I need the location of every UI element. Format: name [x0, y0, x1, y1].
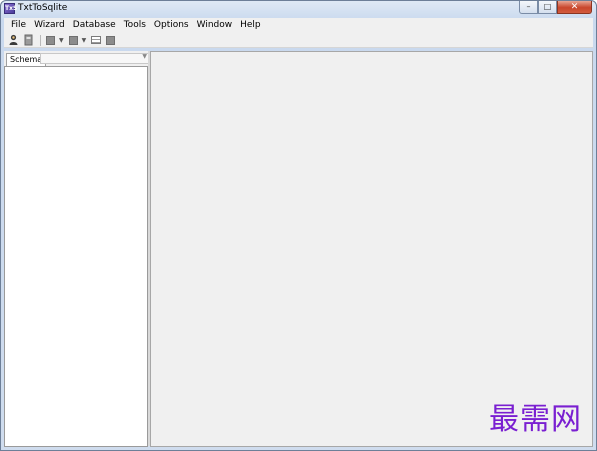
new-table-button[interactable] — [44, 34, 57, 47]
import-icon — [68, 35, 78, 45]
workspace-area[interactable]: 最需网 — [150, 51, 593, 447]
close-button[interactable]: ✕ — [557, 1, 592, 14]
menu-options[interactable]: Options — [150, 18, 193, 33]
schema-select[interactable]: ▼ — [40, 53, 150, 64]
menu-help[interactable]: Help — [236, 18, 265, 33]
menu-database[interactable]: Database — [69, 18, 120, 33]
schema-tree[interactable] — [4, 66, 148, 447]
chevron-down-icon[interactable]: ▼ — [82, 37, 87, 44]
app-window: TxS TxtToSqlite – □ ✕ File Wizard Databa… — [0, 0, 597, 451]
menu-file[interactable]: File — [7, 18, 30, 33]
schema-panel: Schema ▼ — [4, 51, 150, 447]
connect-icon — [9, 34, 18, 45]
stop-button[interactable] — [104, 34, 117, 47]
toolbar: ▼ ▼ — [4, 33, 593, 48]
chevron-down-icon: ▼ — [142, 53, 147, 60]
minimize-icon: – — [526, 2, 531, 11]
window-title: TxtToSqlite — [18, 3, 68, 13]
maximize-icon: □ — [543, 2, 552, 11]
maximize-button[interactable]: □ — [538, 1, 557, 14]
new-table-icon — [46, 35, 55, 45]
title-bar[interactable]: TxS TxtToSqlite – □ ✕ — [1, 1, 596, 17]
chevron-down-icon[interactable]: ▼ — [59, 37, 64, 44]
menu-tools[interactable]: Tools — [120, 18, 150, 33]
connect-button[interactable] — [7, 34, 20, 47]
close-icon: ✕ — [570, 2, 579, 12]
disconnect-button[interactable] — [22, 34, 35, 47]
query-button[interactable] — [89, 34, 102, 47]
query-icon — [90, 36, 101, 44]
menu-bar: File Wizard Database Tools Options Windo… — [4, 18, 593, 33]
menu-wizard[interactable]: Wizard — [30, 18, 69, 33]
window-controls: – □ ✕ — [519, 1, 592, 15]
stop-icon — [106, 35, 116, 45]
app-icon[interactable]: TxS — [4, 3, 17, 14]
schema-tab-row: Schema ▼ — [4, 51, 150, 66]
import-button[interactable] — [67, 34, 80, 47]
disconnect-icon — [24, 34, 33, 46]
watermark: 最需网 — [489, 402, 582, 437]
menu-window[interactable]: Window — [193, 18, 237, 33]
toolbar-separator — [40, 34, 41, 46]
minimize-button[interactable]: – — [519, 1, 538, 14]
